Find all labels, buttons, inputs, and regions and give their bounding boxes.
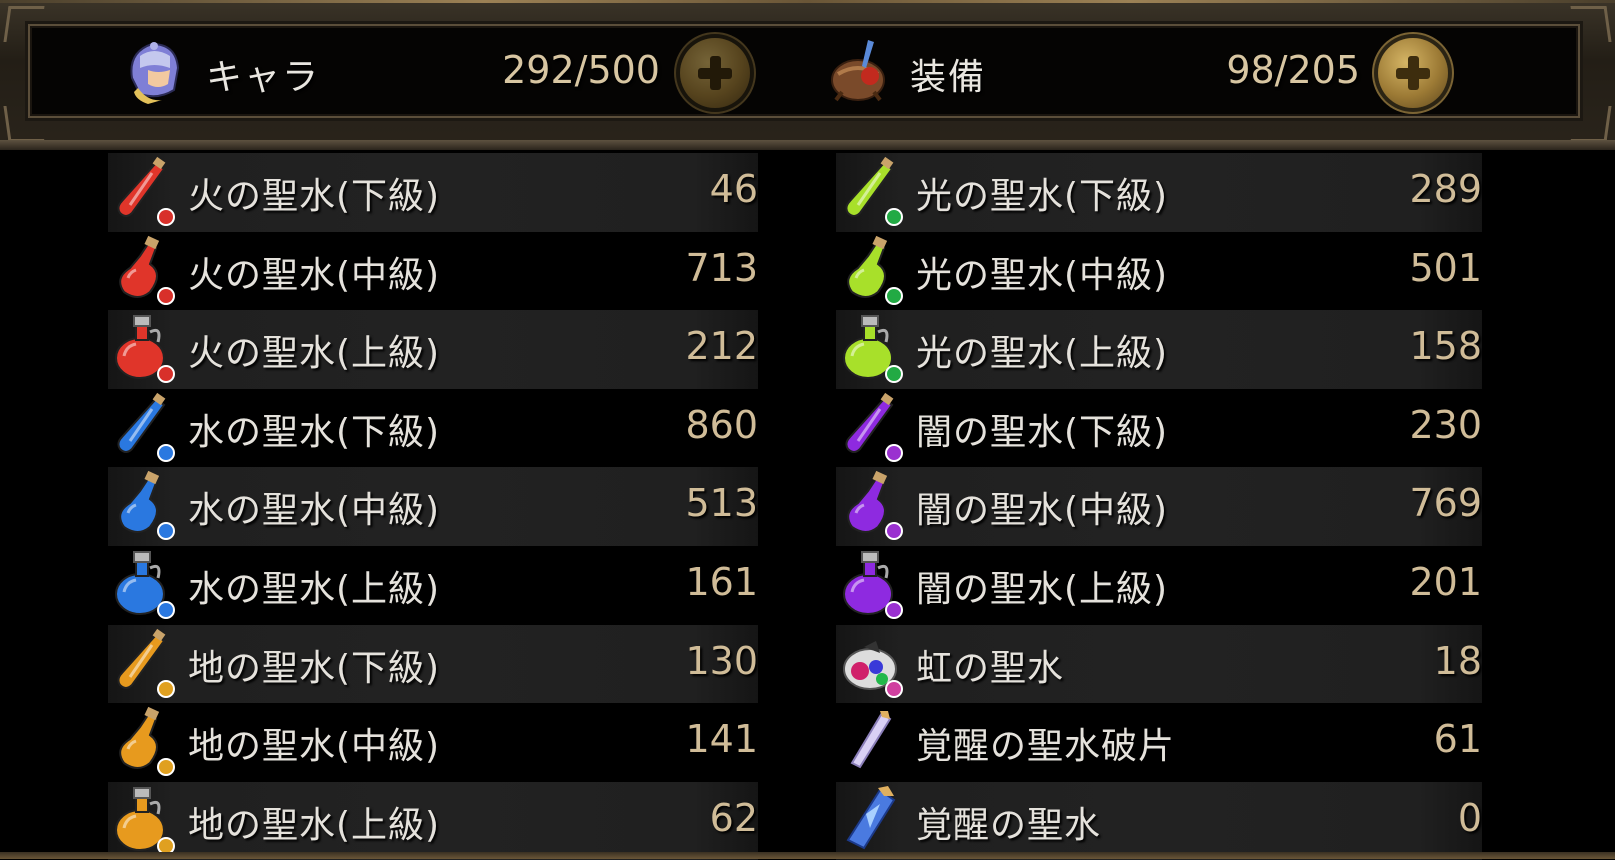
- item-quantity: 158: [1409, 324, 1482, 369]
- dark-potion-icon: [847, 471, 903, 541]
- item-row[interactable]: 光の聖水(上級) 158: [836, 310, 1482, 389]
- item-name: 闇の聖水(下級): [916, 411, 1169, 453]
- crystal-icon: [846, 785, 896, 850]
- knight-helmet-icon: [130, 42, 180, 104]
- item-name: 地の聖水(中級): [188, 726, 441, 768]
- frame-divider: [0, 140, 1615, 150]
- item-name: 水の聖水(下級): [188, 411, 441, 453]
- item-row[interactable]: 地の聖水(下級) 130: [108, 624, 758, 704]
- item-quantity: 61: [1433, 717, 1482, 762]
- fire-potion-icon: [115, 315, 175, 384]
- item-quantity: 161: [685, 559, 758, 604]
- item-row[interactable]: 水の聖水(中級) 513: [108, 467, 758, 546]
- equip-count: 98/205: [1226, 48, 1360, 92]
- chara-capacity: キャラ 292/500: [30, 26, 790, 120]
- item-quantity: 62: [709, 795, 758, 840]
- fire-potion-icon: [117, 156, 175, 226]
- bottom-border: [0, 852, 1615, 859]
- item-list-left: 火の聖水(下級) 46 火の聖水(中級) 713 火の聖水(上級) 212 水の聖水(…: [108, 153, 758, 860]
- item-quantity: 289: [1409, 167, 1482, 211]
- item-row[interactable]: 地の聖水(上級) 62: [108, 781, 758, 860]
- item-quantity: 769: [1409, 481, 1482, 526]
- item-row[interactable]: 闇の聖水(上級) 201: [836, 546, 1482, 625]
- chara-label: キャラ: [206, 57, 321, 98]
- item-name: 地の聖水(下級): [188, 647, 441, 689]
- water-potion-icon: [117, 392, 175, 462]
- item-name: 地の聖水(上級): [188, 804, 441, 846]
- earth-potion-icon: [115, 786, 175, 855]
- item-quantity: 513: [685, 481, 758, 526]
- item-quantity: 212: [685, 324, 758, 369]
- equip-label: 装備: [910, 57, 987, 98]
- item-quantity: 501: [1409, 245, 1482, 290]
- light-potion-icon: [845, 156, 903, 226]
- item-name: 覚醒の聖水: [916, 804, 1102, 846]
- item-name: 虹の聖水: [916, 647, 1065, 689]
- item-row[interactable]: 闇の聖水(下級) 230: [836, 389, 1482, 468]
- light-potion-icon: [843, 315, 903, 384]
- equipment-bag-icon: [831, 40, 885, 102]
- item-name: 水の聖水(中級): [188, 490, 441, 532]
- dark-potion-icon: [845, 392, 903, 462]
- dark-potion-icon: [843, 550, 903, 619]
- item-row[interactable]: 水の聖水(下級) 860: [108, 389, 758, 468]
- item-quantity: 713: [685, 245, 758, 290]
- item-name: 火の聖水(上級): [188, 333, 441, 375]
- crystal-shard-icon: [850, 711, 892, 769]
- item-row[interactable]: 水の聖水(上級) 161: [108, 546, 758, 625]
- item-name: 火の聖水(下級): [188, 176, 441, 217]
- item-quantity: 141: [685, 717, 758, 762]
- item-row[interactable]: 覚醒の聖水 0: [836, 781, 1482, 860]
- item-name: 火の聖水(中級): [188, 254, 441, 296]
- item-quantity: 230: [1409, 402, 1482, 447]
- item-row[interactable]: 覚醒の聖水破片 61: [836, 703, 1482, 782]
- item-row[interactable]: 地の聖水(中級) 141: [108, 703, 758, 782]
- capacity-bar: キャラ 292/500 装備 98/205: [28, 24, 1580, 118]
- item-name: 覚醒の聖水破片: [916, 726, 1176, 768]
- fire-potion-icon: [119, 235, 175, 305]
- item-row[interactable]: 虹の聖水 18: [836, 624, 1482, 704]
- item-quantity: 46: [709, 167, 758, 211]
- item-name: 光の聖水(下級): [916, 176, 1169, 217]
- item-name: 闇の聖水(上級): [916, 568, 1169, 610]
- item-name: 水の聖水(上級): [188, 568, 441, 610]
- expand-equip-button[interactable]: [1378, 38, 1448, 108]
- chara-count: 292/500: [502, 48, 660, 92]
- item-row[interactable]: 光の聖水(下級) 289: [836, 153, 1482, 232]
- item-quantity: 860: [685, 402, 758, 447]
- earth-potion-icon: [119, 706, 175, 777]
- water-potion-icon: [115, 550, 175, 619]
- rainbow-potion-icon: [843, 640, 903, 698]
- item-quantity: 201: [1409, 559, 1482, 604]
- item-name: 闇の聖水(中級): [916, 490, 1169, 532]
- item-row[interactable]: 火の聖水(下級) 46: [108, 153, 758, 232]
- item-row[interactable]: 火の聖水(中級) 713: [108, 232, 758, 311]
- water-potion-icon: [119, 471, 175, 541]
- item-list-right: 光の聖水(下級) 289 光の聖水(中級) 501 光の聖水(上級) 158 闇の聖水…: [836, 153, 1482, 860]
- item-quantity: 130: [685, 638, 758, 683]
- item-row[interactable]: 闇の聖水(中級) 769: [836, 467, 1482, 546]
- header-frame: キャラ 292/500 装備 98/205: [0, 0, 1615, 150]
- equip-capacity: 装備 98/205: [810, 26, 1580, 120]
- item-row[interactable]: 火の聖水(上級) 212: [108, 310, 758, 389]
- item-quantity: 18: [1433, 638, 1482, 683]
- light-potion-icon: [847, 235, 903, 305]
- item-name: 光の聖水(中級): [916, 254, 1169, 296]
- expand-chara-button[interactable]: [680, 38, 750, 108]
- earth-potion-icon: [117, 628, 175, 698]
- item-row[interactable]: 光の聖水(中級) 501: [836, 232, 1482, 311]
- item-quantity: 0: [1457, 795, 1482, 840]
- item-name: 光の聖水(上級): [916, 333, 1169, 375]
